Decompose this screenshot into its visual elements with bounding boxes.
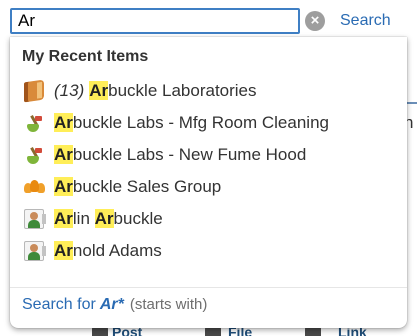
recent-item-label: Arbuckle Sales Group — [54, 176, 221, 198]
clear-search-icon[interactable]: × — [305, 11, 325, 31]
recent-item-account[interactable]: (13) Arbuckle Laboratories — [10, 75, 407, 107]
recent-item-text: buckle Labs - New Fume Hood — [72, 145, 307, 164]
link-icon — [305, 327, 321, 336]
search-for-label: Search for — [22, 296, 96, 313]
recent-item-label: Arbuckle Labs - Mfg Room Cleaning — [54, 112, 329, 134]
recent-item-text: buckle — [113, 209, 163, 228]
broom-icon — [24, 113, 44, 133]
match-highlight: Ar — [54, 145, 73, 164]
search-for-note: (starts with) — [129, 296, 208, 313]
recent-item-text: buckle Sales Group — [72, 177, 222, 196]
background-divider — [407, 102, 417, 104]
recent-items-list: (13) Arbuckle Laboratories Arbuckle Labs … — [10, 75, 407, 267]
recent-item-text: buckle Laboratories — [108, 81, 257, 100]
match-highlight: Ar — [54, 241, 73, 260]
contact-icon — [24, 209, 46, 229]
match-highlight: Ar — [89, 81, 109, 100]
recent-items-heading: My Recent Items — [22, 48, 149, 65]
recent-item-text: buckle Labs - Mfg Room Cleaning — [72, 113, 329, 132]
contact-icon — [24, 241, 46, 261]
post-icon — [92, 327, 108, 336]
book-icon — [24, 79, 44, 103]
recent-item-label: Arnold Adams — [54, 240, 162, 262]
broom-icon — [24, 145, 44, 165]
match-highlight: Ar — [54, 177, 73, 196]
match-highlight: Ar — [54, 113, 73, 132]
global-search-bar: × Search — [10, 8, 410, 36]
recent-item-text: nold Adams — [72, 241, 162, 260]
file-icon — [205, 327, 221, 336]
match-highlight: Ar — [94, 209, 114, 228]
recent-item-text: lin — [72, 209, 95, 228]
group-icon — [24, 177, 45, 197]
page: n Post File Link × Search My Recent Item… — [0, 0, 417, 336]
recent-item-label: Arlin Arbuckle — [54, 208, 163, 230]
recent-item-opportunity[interactable]: Arbuckle Labs - New Fume Hood — [10, 139, 407, 171]
search-input[interactable] — [12, 10, 298, 32]
recent-item-opportunity[interactable]: Arbuckle Labs - Mfg Room Cleaning — [10, 107, 407, 139]
recent-item-contact[interactable]: Arnold Adams — [10, 235, 407, 267]
recent-item-contact[interactable]: Arlin Arbuckle — [10, 203, 407, 235]
recent-item-label: Arbuckle Labs - New Fume Hood — [54, 144, 306, 166]
match-highlight: Ar — [54, 209, 73, 228]
search-suggestions-dropdown: My Recent Items (13) Arbuckle Laboratorie… — [10, 37, 407, 328]
recent-item-group[interactable]: Arbuckle Sales Group — [10, 171, 407, 203]
search-input-wrapper — [10, 8, 300, 34]
dropdown-divider — [10, 287, 407, 288]
recent-item-count: (13) — [54, 81, 85, 100]
search-for-link[interactable]: Search for Ar* (starts with) — [22, 296, 207, 314]
search-button[interactable]: Search — [340, 10, 410, 32]
search-for-term: Ar* — [99, 296, 124, 313]
recent-item-label: (13) Arbuckle Laboratories — [54, 80, 257, 102]
